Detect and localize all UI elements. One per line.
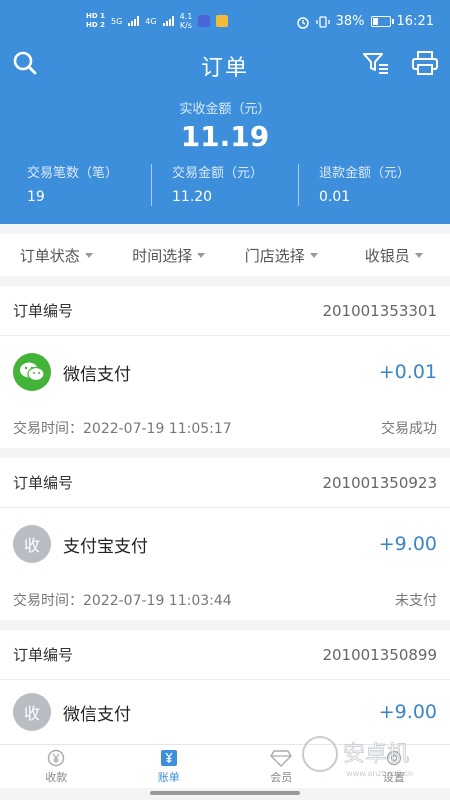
caret-down-icon [197, 252, 206, 258]
payment-row: 收 支付宝支付 +9.00 [0, 508, 450, 580]
order-number: 201001353301 [322, 301, 437, 320]
filter-bar: 订单状态 时间选择 门店选择 收银员 [0, 234, 450, 276]
order-number-row: 订单编号 201001350923 [0, 458, 450, 508]
message-notification-icon [216, 15, 229, 27]
tab-collect[interactable]: 收款 [0, 745, 113, 788]
stat-refund-amount: 退款金额（元） 0.01 [319, 162, 410, 205]
stat-trade-amount: 交易金额（元） 11.20 [172, 162, 263, 205]
order-status: 未支付 [395, 593, 437, 609]
filter-icon[interactable] [362, 50, 390, 76]
order-number: 201001350899 [322, 645, 437, 664]
filter-store[interactable]: 门店选择 [225, 245, 338, 266]
order-card[interactable]: 订单编号 201001353301 微信支付 +0.01 交易时间：2022-0… [0, 286, 450, 448]
header: 订单 实收金额（元） 11.19 交易笔数（笔） 19 交易金额（元） 11.2… [0, 44, 450, 224]
app-notification-icon [198, 15, 211, 27]
order-amount: +9.00 [378, 533, 437, 555]
status-right: 38% 16:21 [296, 14, 434, 29]
stat-divider [298, 164, 299, 206]
sim1-label: HD 1 [86, 12, 105, 20]
order-number-row: 订单编号 201001353301 [0, 286, 450, 336]
payment-method: 支付宝支付 [63, 536, 148, 557]
status-left: HD 1 HD 2 5G 4G 4.1 K/s [86, 12, 229, 30]
signal2-icon [162, 16, 174, 26]
filter-order-status[interactable]: 订单状态 [0, 245, 113, 266]
filter-label: 门店选择 [244, 246, 305, 265]
filter-time[interactable]: 时间选择 [113, 245, 226, 266]
bill-icon [160, 749, 177, 766]
battery-fill [372, 18, 379, 25]
signal-icon [128, 16, 140, 26]
clock: 16:21 [396, 14, 434, 29]
trade-time: 交易时间：2022-07-19 11:05:17 [13, 421, 232, 437]
trade-time: 交易时间：2022-07-19 11:03:44 [13, 593, 232, 609]
tab-label: 账单 [157, 770, 180, 784]
filter-label: 订单状态 [19, 246, 80, 265]
printer-icon[interactable] [411, 50, 439, 76]
received-amount-value: 11.19 [180, 120, 270, 153]
received-amount-label: 实收金额（元） [179, 102, 271, 117]
orders-screen: HD 1 HD 2 5G 4G 4.1 K/s 38% 16:21 订单 实收金… [0, 0, 450, 800]
caret-down-icon [84, 252, 93, 258]
order-amount: +0.01 [378, 361, 437, 383]
speed-value: 4.1 [179, 12, 193, 21]
diamond-icon [270, 749, 292, 767]
caret-down-icon [414, 252, 423, 258]
sim-indicator: HD 1 HD 2 [86, 12, 105, 30]
alarm-icon [296, 16, 309, 29]
payment-method: 微信支付 [63, 704, 131, 725]
network2-label: 4G [145, 16, 157, 26]
order-card[interactable]: 订单编号 201001350923 收 支付宝支付 +9.00 交易时间：202… [0, 458, 450, 620]
vibrate-icon [315, 15, 330, 28]
net-speed: 4.1 K/s [180, 12, 193, 30]
order-time-row: 交易时间：2022-07-19 11:03:44 未支付 [0, 580, 450, 620]
home-indicator[interactable] [150, 791, 300, 795]
yuan-coin-icon [48, 749, 65, 766]
tab-bill[interactable]: 账单 [113, 745, 226, 788]
status-bar: HD 1 HD 2 5G 4G 4.1 K/s 38% 16:21 [0, 0, 450, 44]
battery-icon [370, 16, 394, 27]
order-number-label: 订单编号 [13, 646, 74, 664]
shou-icon: 收 [13, 693, 51, 731]
order-number-label: 订单编号 [13, 302, 74, 320]
stat-label: 交易笔数（笔） [27, 166, 119, 181]
site-watermark: 安卓机 www.anzhuoji.cn [296, 726, 446, 786]
order-time-row: 交易时间：2022-07-19 11:05:17 交易成功 [0, 408, 450, 448]
payment-row: 微信支付 +0.01 [0, 336, 450, 408]
shou-icon: 收 [13, 525, 51, 563]
stat-label: 退款金额（元） [319, 166, 411, 181]
stat-label: 交易金额（元） [172, 166, 264, 181]
order-amount: +9.00 [378, 701, 437, 723]
tab-label: 会员 [270, 770, 293, 784]
sim2-label: HD 2 [86, 21, 105, 29]
stat-value: 11.20 [172, 189, 213, 205]
order-number: 201001350923 [322, 473, 437, 492]
filter-label: 收银员 [364, 246, 410, 265]
order-status: 交易成功 [381, 421, 437, 437]
caret-down-icon [309, 252, 318, 258]
tab-label: 收款 [45, 770, 68, 784]
stat-transactions: 交易笔数（笔） 19 [27, 162, 118, 205]
watermark-url: www.anzhuoji.cn [346, 769, 413, 778]
watermark-text: 安卓机 [343, 742, 409, 767]
network-label: 5G [110, 16, 123, 26]
filter-cashier[interactable]: 收银员 [338, 245, 450, 266]
speed-unit: K/s [179, 21, 192, 30]
stat-divider [151, 164, 152, 206]
filter-label: 时间选择 [132, 246, 193, 265]
stat-value: 19 [27, 189, 45, 205]
payment-method: 微信支付 [63, 364, 131, 385]
order-number-row: 订单编号 201001350899 [0, 630, 450, 680]
battery-percent: 38% [335, 14, 365, 29]
watermark-logo: 安卓机 www.anzhuoji.cn [300, 734, 413, 778]
wechat-icon [13, 353, 51, 391]
stat-value: 0.01 [319, 189, 351, 205]
order-number-label: 订单编号 [13, 474, 74, 492]
